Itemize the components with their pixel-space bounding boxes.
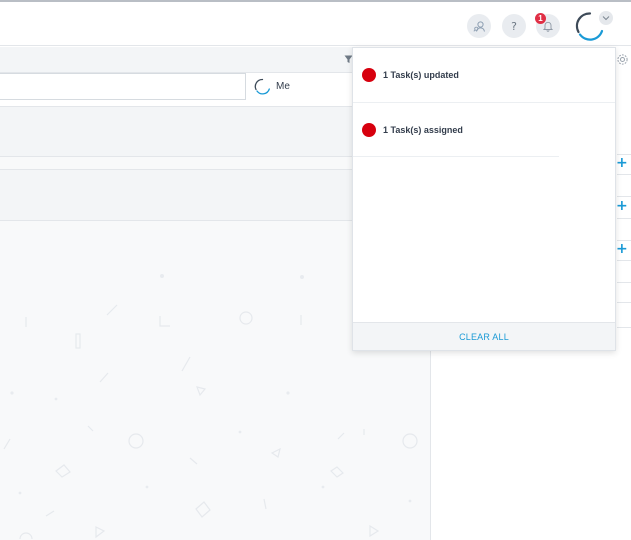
add-button[interactable]: + xyxy=(616,155,628,171)
gear-icon[interactable] xyxy=(616,53,629,66)
sidebar-divider xyxy=(617,218,631,219)
clear-all-button[interactable]: CLEAR ALL xyxy=(353,322,615,350)
sidebar-divider xyxy=(617,260,631,261)
me-filter-label[interactable]: Me xyxy=(276,81,290,92)
help-button[interactable]: ? xyxy=(502,14,526,38)
notification-item[interactable]: 1 Task(s) updated xyxy=(353,48,615,102)
user-search-button[interactable] xyxy=(467,14,491,38)
notifications-dropdown: 1 Task(s) updated 1 Task(s) assigned CLE… xyxy=(352,47,616,351)
top-header: ? 1 xyxy=(0,2,631,46)
sidebar-divider xyxy=(617,282,631,283)
sidebar-divider xyxy=(617,327,631,328)
add-button[interactable]: + xyxy=(616,241,628,257)
help-icon: ? xyxy=(511,19,517,33)
notification-text: 1 Task(s) updated xyxy=(383,70,459,80)
sidebar-divider xyxy=(617,302,631,303)
notification-count-badge: 1 xyxy=(535,13,546,24)
me-filter-icon[interactable] xyxy=(254,78,271,95)
clear-all-label: CLEAR ALL xyxy=(459,331,509,342)
user-search-icon xyxy=(472,20,485,32)
status-dot xyxy=(362,68,376,82)
status-dot xyxy=(362,123,376,137)
search-input[interactable] xyxy=(0,73,246,100)
chevron-down-icon xyxy=(602,16,610,21)
notification-item[interactable]: 1 Task(s) assigned xyxy=(353,102,615,156)
add-button[interactable]: + xyxy=(616,198,628,214)
avatar-menu-button[interactable] xyxy=(599,11,613,25)
sidebar-divider xyxy=(617,196,631,197)
sidebar-divider xyxy=(617,174,631,175)
divider xyxy=(353,156,559,157)
notification-text: 1 Task(s) assigned xyxy=(383,125,463,135)
